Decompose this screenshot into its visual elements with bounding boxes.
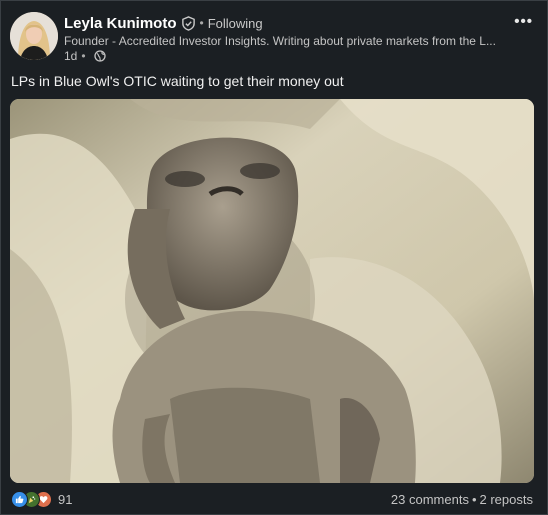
separator-dot: • xyxy=(471,492,477,507)
post-time: 1d xyxy=(64,49,78,63)
post-image[interactable] xyxy=(10,99,534,483)
post-meta: 1d • xyxy=(64,49,106,63)
post-text: LPs in Blue Owl's OTIC waiting to get th… xyxy=(11,73,344,89)
like-icon xyxy=(11,491,28,508)
reaction-count: 91 xyxy=(58,492,73,507)
verified-shield-icon xyxy=(181,15,196,31)
post-card: Leyla Kunimoto • Following Founder - Acc… xyxy=(0,0,548,515)
author-headline: Founder - Accredited Investor Insights. … xyxy=(64,34,496,48)
separator-dot: • xyxy=(199,16,204,30)
more-options-icon[interactable]: ••• xyxy=(514,13,533,30)
comments-link[interactable]: 23 comments xyxy=(391,492,469,507)
author-name-row: Leyla Kunimoto • Following xyxy=(64,13,263,33)
reposts-link[interactable]: 2 reposts xyxy=(480,492,533,507)
author-avatar[interactable] xyxy=(10,12,58,60)
author-name[interactable]: Leyla Kunimoto xyxy=(64,15,177,32)
engagement-stats: 23 comments • 2 reposts xyxy=(391,492,533,507)
follow-status[interactable]: Following xyxy=(208,16,263,31)
globe-icon xyxy=(93,50,106,62)
separator-dot: • xyxy=(81,49,86,63)
reactions-summary[interactable]: 91 xyxy=(11,491,72,508)
